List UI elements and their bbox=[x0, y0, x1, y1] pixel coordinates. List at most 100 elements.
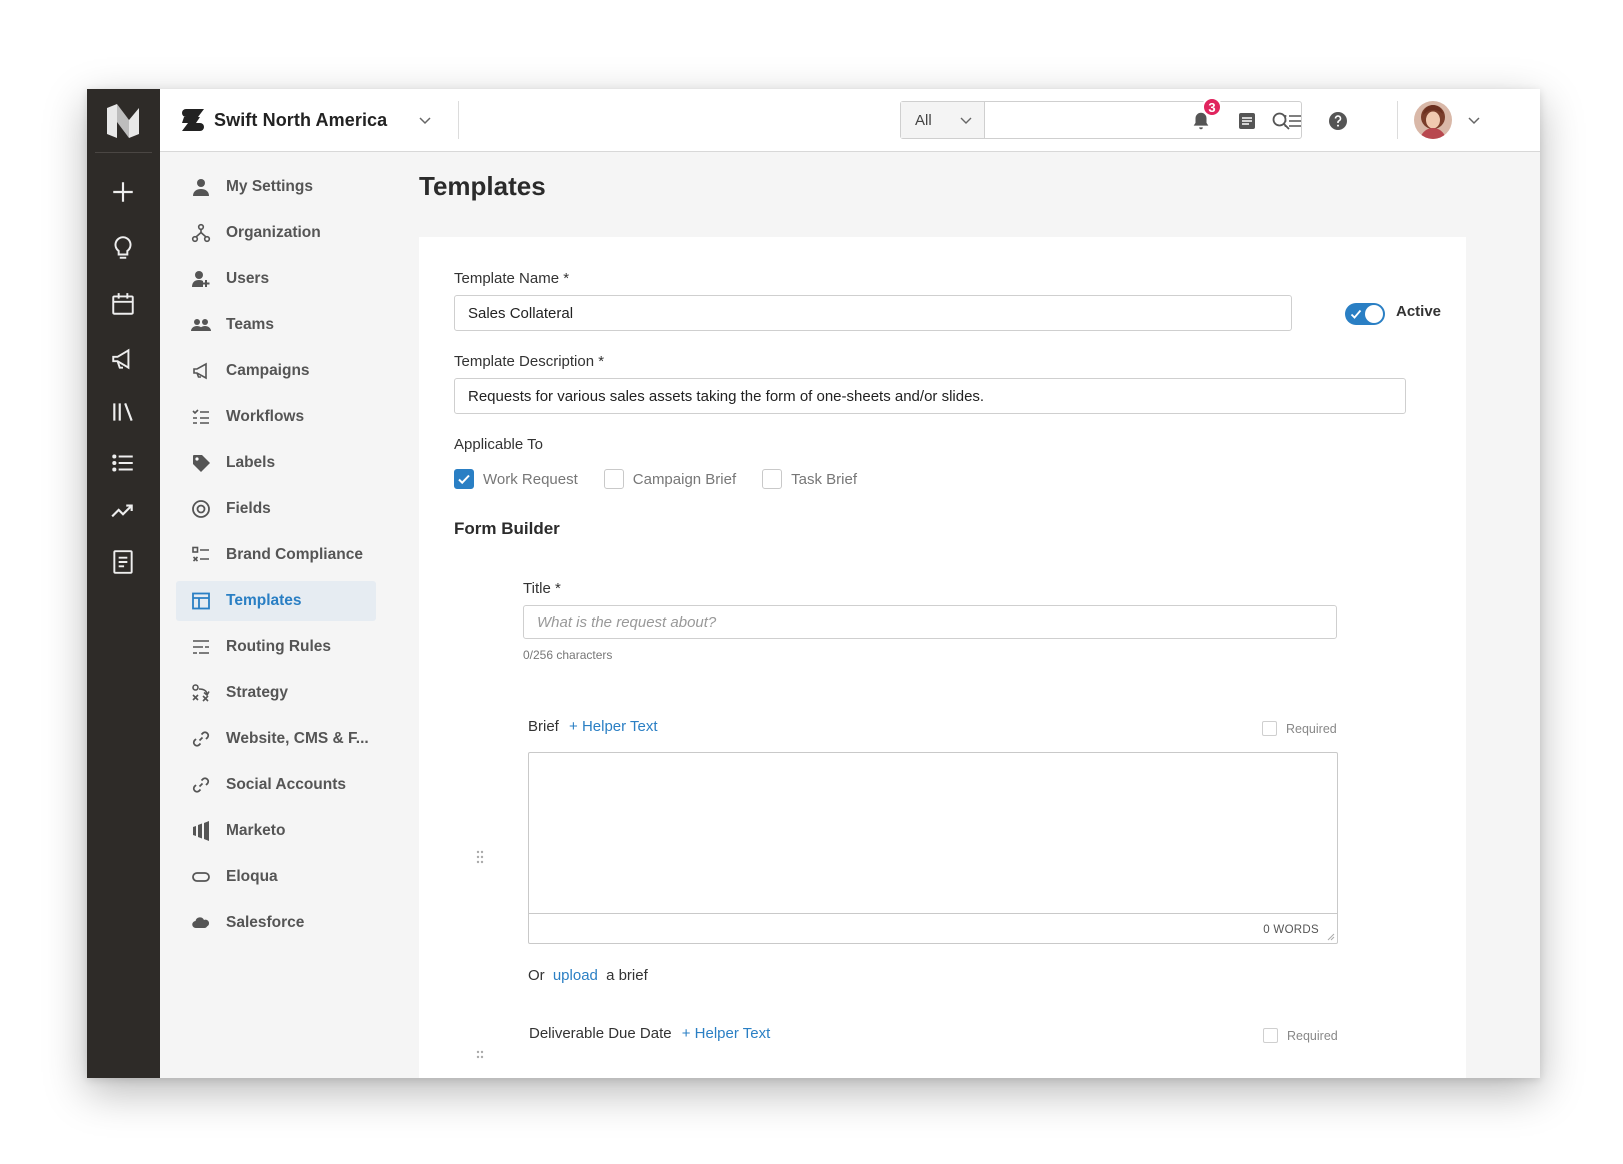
person-icon bbox=[190, 176, 212, 198]
search-scope-value: All bbox=[915, 111, 932, 129]
notifications-button[interactable]: 3 bbox=[1189, 97, 1222, 133]
template-name-input[interactable] bbox=[454, 295, 1292, 331]
chevron-down-icon[interactable] bbox=[418, 114, 432, 128]
sidebar-item-website-cms[interactable]: Website, CMS & F... bbox=[176, 719, 376, 759]
sidebar-item-marketo[interactable]: Marketo bbox=[176, 811, 376, 851]
list-icon[interactable] bbox=[109, 449, 137, 477]
app-logo-icon[interactable] bbox=[105, 104, 141, 138]
work-request-checkbox[interactable]: Work Request bbox=[454, 469, 578, 489]
sidebar-item-label: Templates bbox=[226, 592, 302, 609]
sidebar-item-templates[interactable]: Templates bbox=[176, 581, 376, 621]
sidebar-item-label: Teams bbox=[226, 316, 274, 333]
top-bar: Swift North America All 3 bbox=[160, 89, 1540, 152]
search-scope-select[interactable]: All bbox=[901, 102, 985, 138]
checkbox-label: Task Brief bbox=[791, 470, 858, 488]
sidebar-item-fields[interactable]: Fields bbox=[176, 489, 376, 529]
brief-helper-text-link[interactable]: + Helper Text bbox=[569, 718, 658, 735]
header-divider bbox=[1397, 101, 1398, 139]
checklist-icon bbox=[190, 544, 212, 566]
due-date-helper-text-link[interactable]: + Helper Text bbox=[682, 1025, 771, 1042]
brief-required-checkbox[interactable]: Required bbox=[1262, 721, 1337, 736]
chevron-down-icon[interactable] bbox=[1467, 114, 1481, 128]
link-icon bbox=[190, 774, 212, 796]
sidebar-item-organization[interactable]: Organization bbox=[176, 213, 376, 253]
header-divider bbox=[458, 101, 459, 139]
brief-word-count: 0 WORDS bbox=[1263, 924, 1319, 936]
sidebar-item-workflows[interactable]: Workflows bbox=[176, 397, 376, 437]
template-form-card: Template Name * Active Template Descript… bbox=[419, 237, 1466, 1078]
checkbox-box bbox=[1263, 1028, 1278, 1043]
brief-editor: 0 WORDS bbox=[528, 752, 1338, 944]
sidebar-item-eloqua[interactable]: Eloqua bbox=[176, 857, 376, 897]
list-icon bbox=[1284, 115, 1301, 127]
brand-logo-icon bbox=[182, 109, 204, 131]
megaphone-icon bbox=[190, 360, 212, 382]
document-icon[interactable] bbox=[109, 548, 137, 576]
due-date-field-label-row: Deliverable Due Date + Helper Text bbox=[529, 1025, 770, 1042]
title-field-label: Title * bbox=[523, 580, 561, 597]
sidebar-item-label: Social Accounts bbox=[226, 776, 347, 793]
sidebar-item-strategy[interactable]: Strategy bbox=[176, 673, 376, 713]
sidebar-item-my-settings[interactable]: My Settings bbox=[176, 167, 376, 207]
rail-divider bbox=[95, 152, 152, 153]
sidebar-item-salesforce[interactable]: Salesforce bbox=[176, 903, 376, 943]
brief-field-label-row: Brief + Helper Text bbox=[528, 718, 658, 735]
workspace-switcher[interactable]: Swift North America bbox=[180, 107, 387, 133]
calendar-icon[interactable] bbox=[109, 290, 137, 318]
sidebar-item-label: Campaigns bbox=[226, 362, 310, 379]
library-icon[interactable] bbox=[109, 398, 137, 426]
form-builder-title: Form Builder bbox=[454, 519, 560, 538]
toggle-knob bbox=[1365, 305, 1383, 323]
upload-suffix: a brief bbox=[606, 967, 648, 984]
sidebar-item-label: My Settings bbox=[226, 178, 313, 195]
sidebar-item-label: Eloqua bbox=[226, 868, 278, 885]
task-brief-checkbox[interactable]: Task Brief bbox=[762, 469, 857, 489]
sidebar-item-teams[interactable]: Teams bbox=[176, 305, 376, 345]
strategy-icon bbox=[190, 682, 212, 704]
sidebar-item-labels[interactable]: Labels bbox=[176, 443, 376, 483]
active-toggle[interactable] bbox=[1345, 303, 1385, 325]
brief-editor-textarea[interactable] bbox=[529, 753, 1337, 914]
checkbox-label: Work Request bbox=[483, 470, 578, 488]
drag-handle-icon[interactable] bbox=[475, 849, 485, 865]
resize-grip-icon[interactable] bbox=[1325, 931, 1335, 941]
sidebar-item-label: Fields bbox=[226, 500, 271, 517]
brief-field-label: Brief bbox=[528, 718, 559, 735]
title-field-input[interactable] bbox=[523, 605, 1337, 639]
sidebar-item-label: Routing Rules bbox=[226, 638, 332, 655]
template-description-input[interactable] bbox=[454, 378, 1406, 414]
lightbulb-icon[interactable] bbox=[109, 234, 137, 262]
sidebar-item-label: Website, CMS & F... bbox=[226, 730, 369, 747]
sidebar-item-label: Marketo bbox=[226, 822, 286, 839]
inbox-button[interactable] bbox=[1235, 109, 1259, 133]
check-icon bbox=[1350, 309, 1362, 319]
upload-brief-link[interactable]: upload bbox=[553, 967, 598, 984]
org-tree-icon bbox=[190, 222, 212, 244]
megaphone-icon[interactable] bbox=[109, 345, 137, 373]
required-label: Required bbox=[1286, 721, 1337, 736]
sidebar-item-brand-compliance[interactable]: Brand Compliance bbox=[176, 535, 376, 575]
trend-icon[interactable] bbox=[109, 497, 137, 525]
user-avatar[interactable] bbox=[1414, 101, 1452, 139]
sidebar-item-routing-rules[interactable]: Routing Rules bbox=[176, 627, 376, 667]
check-icon bbox=[458, 474, 470, 485]
campaign-brief-checkbox[interactable]: Campaign Brief bbox=[603, 469, 736, 489]
help-button[interactable] bbox=[1326, 109, 1350, 133]
sidebar-item-social-accounts[interactable]: Social Accounts bbox=[176, 765, 376, 805]
link-icon bbox=[190, 728, 212, 750]
left-rail bbox=[87, 89, 160, 1078]
due-date-required-checkbox[interactable]: Required bbox=[1263, 1028, 1338, 1043]
sidebar-item-label: Salesforce bbox=[226, 914, 305, 931]
upload-prefix: Or bbox=[528, 967, 545, 984]
sidebar-item-label: Strategy bbox=[226, 684, 289, 701]
page-title: Templates bbox=[419, 171, 546, 201]
sidebar-item-users[interactable]: Users bbox=[176, 259, 376, 299]
applicable-to-label: Applicable To bbox=[454, 436, 543, 453]
drag-handle-icon[interactable] bbox=[475, 1049, 485, 1065]
sidebar-item-campaigns[interactable]: Campaigns bbox=[176, 351, 376, 391]
sidebar-item-label: Labels bbox=[226, 454, 276, 471]
applicable-to-options: Work Request Campaign Brief Task Brief bbox=[454, 469, 883, 489]
tasks-icon bbox=[1239, 113, 1255, 129]
list-view-button[interactable] bbox=[1281, 109, 1305, 133]
plus-icon[interactable] bbox=[109, 178, 137, 206]
